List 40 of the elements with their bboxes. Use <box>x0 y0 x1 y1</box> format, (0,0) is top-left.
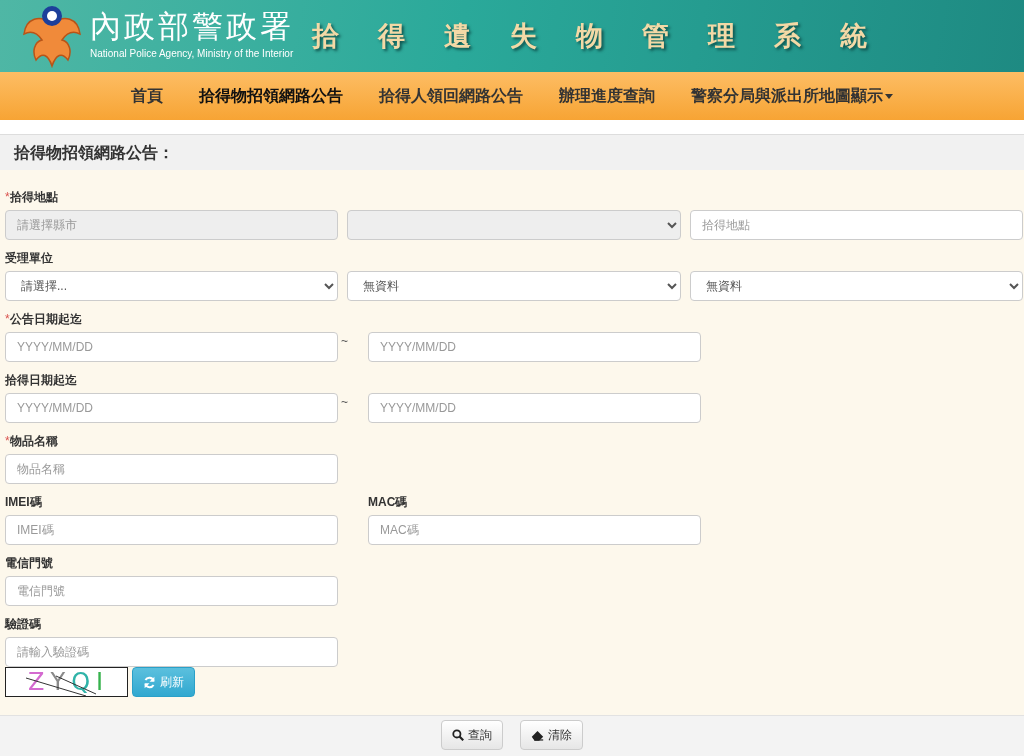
nav-link[interactable]: 首頁 <box>131 84 163 108</box>
range-separator: ~ <box>340 394 349 411</box>
input-field[interactable]: 物品名稱 <box>5 454 338 484</box>
system-title: 拾得遺失物管理系統 <box>312 19 906 53</box>
search-button[interactable]: 查詢 <box>441 720 503 750</box>
select-field[interactable]: 無資料 <box>347 271 681 301</box>
nav-link[interactable]: 警察分局與派出所地圖顯示 <box>691 84 893 108</box>
field-label: 電信門號 <box>5 556 53 572</box>
agency-name: 內政部警政署 <box>90 11 294 42</box>
input-field[interactable]: YYYY/MM/DD <box>5 393 338 423</box>
field-label: MAC碼 <box>368 495 408 511</box>
range-separator: ~ <box>340 333 349 350</box>
nav-link[interactable]: 拾得物招領網路公告 <box>199 84 343 108</box>
input-field[interactable]: YYYY/MM/DD <box>5 332 338 362</box>
field-label: *物品名稱 <box>5 434 58 450</box>
nav-link[interactable]: 拾得人領回網路公告 <box>379 84 523 108</box>
input-field[interactable]: 電信門號 <box>5 576 338 606</box>
input-field[interactable]: MAC碼 <box>368 515 701 545</box>
field-label: *拾得地點 <box>5 190 58 206</box>
input-field[interactable]: YYYY/MM/DD <box>368 393 701 423</box>
select-field[interactable]: 請選擇... <box>5 271 339 301</box>
eraser-icon <box>531 729 544 741</box>
input-field[interactable]: IMEI碼 <box>5 515 338 545</box>
select-field[interactable]: 無資料 <box>689 271 1023 301</box>
agency-subtitle: National Police Agency, Ministry of the Interior <box>90 47 294 61</box>
input-field[interactable]: 請輸入驗證碼 <box>5 637 338 667</box>
section-title: 拾得物招領網路公告： <box>0 134 1024 170</box>
field-label: 驗證碼 <box>5 617 41 633</box>
nav-link[interactable]: 辦理進度查詢 <box>559 84 655 108</box>
emblem-drawing <box>22 4 82 68</box>
refresh-icon <box>143 675 156 689</box>
field-label: *公告日期起迄 <box>5 312 82 328</box>
search-icon <box>452 729 464 741</box>
input-field[interactable]: YYYY/MM/DD <box>368 332 701 362</box>
input-field[interactable]: 拾得地點 <box>689 210 1023 240</box>
field-label: IMEI碼 <box>5 495 42 511</box>
field-label: 受理單位 <box>5 251 53 267</box>
field-label: 拾得日期起迄 <box>5 373 77 389</box>
clear-button[interactable]: 清除 <box>520 720 583 750</box>
caret-icon <box>885 94 893 100</box>
